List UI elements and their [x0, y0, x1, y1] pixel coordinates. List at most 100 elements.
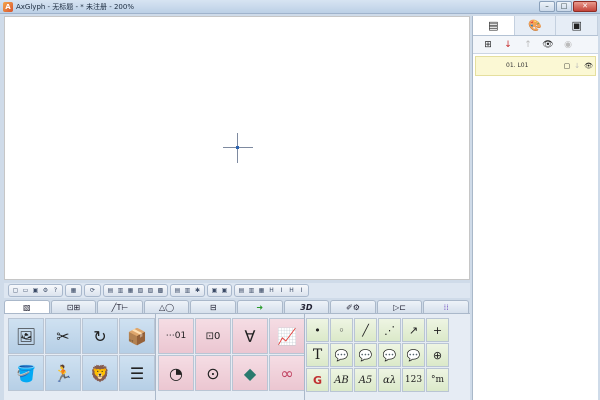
dial-tool[interactable]: ⊙	[195, 355, 231, 391]
hide-layer-button[interactable]: ◉	[559, 38, 577, 51]
g-tool[interactable]: G	[306, 368, 329, 392]
g-logo-icon: G	[312, 373, 323, 387]
align-tools: ▤ ▥ ▦ ▧ ▨ ▩	[103, 284, 168, 297]
line-tool[interactable]: ╱	[354, 318, 377, 342]
settings-icon[interactable]: ⚙	[41, 286, 50, 295]
new-icon[interactable]: ▢	[11, 286, 20, 295]
callout-icon: 💬	[334, 348, 349, 362]
align-center-icon[interactable]: ▥	[116, 286, 125, 295]
unit-icon: °m	[430, 375, 445, 385]
align-top-icon[interactable]: ▧	[136, 286, 145, 295]
callout-1-tool[interactable]: 💬	[330, 343, 353, 367]
formula-tool[interactable]: ∀	[232, 318, 268, 354]
eye-icon[interactable]: 👁	[584, 62, 593, 70]
unit-tool[interactable]: °m	[426, 368, 449, 392]
same-width-icon[interactable]: ▤	[237, 286, 246, 295]
pie-tool[interactable]: ◔	[158, 355, 194, 391]
distribute-h-icon[interactable]: ▤	[173, 286, 182, 295]
tab-3d[interactable]: 3D	[283, 300, 330, 313]
dashed-line-tool[interactable]: ⋰	[378, 318, 401, 342]
tab-charts[interactable]: ⊡⊞	[50, 300, 97, 313]
text-tool[interactable]: T	[306, 343, 329, 367]
palette-group-blue: 🖼 ✂ ↻ 📦 🪣 🏃 🦁 ☰	[8, 318, 155, 391]
dot-tool[interactable]: •	[306, 318, 329, 342]
chart-tool[interactable]: 📈	[269, 318, 305, 354]
runner-icon: 🏃	[53, 363, 73, 383]
group-icon[interactable]: ▣	[210, 286, 219, 295]
same-height-icon[interactable]: ▥	[247, 286, 256, 295]
rotate-icon[interactable]: ⟳	[87, 286, 98, 295]
lock-icon[interactable]: ▢	[564, 62, 571, 70]
tab-lines-text[interactable]: ╱T⊢	[97, 300, 143, 313]
h-space-icon[interactable]: H	[267, 286, 276, 295]
fill-tool[interactable]: 🪣	[8, 355, 44, 391]
cut-tool[interactable]: ✂	[45, 318, 81, 354]
move-down-icon: ↓	[504, 39, 512, 50]
minimize-button[interactable]: –	[539, 1, 555, 12]
binary-icon: ⊡0	[205, 330, 221, 342]
binary-tool[interactable]: ⊡0	[195, 318, 231, 354]
distribute-v-icon[interactable]: ▥	[183, 286, 192, 295]
help-icon[interactable]: ?	[51, 286, 60, 295]
close-button[interactable]: ✕	[573, 1, 597, 12]
same-size-icon[interactable]: ▦	[257, 286, 266, 295]
arrow-down-icon[interactable]: ↓	[574, 62, 580, 70]
i-space-icon[interactable]: I	[277, 286, 286, 295]
runner-tool[interactable]: 🏃	[45, 355, 81, 391]
lion-tool[interactable]: 🦁	[82, 355, 118, 391]
subscript-tool[interactable]: A5	[354, 368, 377, 392]
open-icon[interactable]: ▭	[21, 286, 30, 295]
callout-3-tool[interactable]: 💬	[378, 343, 401, 367]
category-tabs: ▧ ⊡⊞ ╱T⊢ △◯ ⊟ ➜ 3D ✐⚙ ▷⊏ ⁞⁞	[4, 300, 470, 314]
tab-blocks[interactable]: ⊟	[190, 300, 236, 313]
box-tool[interactable]: 📦	[119, 318, 155, 354]
subscript-icon: A5	[358, 374, 373, 386]
plus-tool[interactable]: ⊕	[426, 343, 449, 367]
layers-panel: ▤ 🎨 ▣ ⊞ ↓ ↑ 👁 ◉ 01. L01 ▢ ↓ 👁	[472, 16, 599, 400]
callout-4-tool[interactable]: 💬	[402, 343, 425, 367]
number-tool[interactable]: 123	[402, 368, 425, 392]
callout-icon: 💬	[358, 348, 373, 362]
tab-basic[interactable]: ▧	[4, 300, 50, 313]
tab-shapes[interactable]: △◯	[143, 300, 190, 313]
i-space-2-icon[interactable]: I	[297, 286, 306, 295]
show-layer-button[interactable]: 👁	[539, 38, 557, 51]
save-icon[interactable]: ▣	[31, 286, 40, 295]
tab-tools[interactable]: ✐⚙	[330, 300, 376, 313]
ab-text-tool[interactable]: AB	[330, 368, 353, 392]
add-layer-button[interactable]: ⊞	[479, 38, 497, 51]
greek-tool[interactable]: αλ	[378, 368, 401, 392]
rotate-tool[interactable]: ↻	[82, 318, 118, 354]
move-layer-down-button[interactable]: ↓	[499, 38, 517, 51]
cross-tool[interactable]: +	[426, 318, 449, 342]
align-right-icon[interactable]: ▦	[126, 286, 135, 295]
layers-tab[interactable]: ▤	[473, 16, 515, 35]
drawing-canvas[interactable]	[4, 16, 470, 280]
ungroup-icon[interactable]: ▣	[220, 286, 229, 295]
align-middle-icon[interactable]: ▨	[146, 286, 155, 295]
arrow-tool[interactable]: ↗	[402, 318, 425, 342]
number-line-tool[interactable]: ⋯01	[158, 318, 194, 354]
h-space-2-icon[interactable]: H	[287, 286, 296, 295]
tab-arrows[interactable]: ➜	[236, 300, 283, 313]
circle-dot-tool[interactable]: ◦	[330, 318, 353, 342]
surface-tool[interactable]: ◆	[232, 355, 268, 391]
maximize-button[interactable]: □	[556, 1, 572, 12]
tab-flow[interactable]: ▷⊏	[376, 300, 423, 313]
dial-icon: ⊙	[206, 363, 220, 383]
center-icon[interactable]: ✱	[193, 286, 202, 295]
chart-icon: 📈	[277, 326, 297, 346]
move-layer-up-button[interactable]: ↑	[519, 38, 537, 51]
align-bottom-icon[interactable]: ▩	[156, 286, 165, 295]
tree-tool[interactable]: ☰	[119, 355, 155, 391]
lion-icon: 🦁	[90, 363, 110, 383]
library-tab[interactable]: ▣	[556, 16, 599, 35]
style-tab[interactable]: 🎨	[515, 16, 557, 35]
align-left-icon[interactable]: ▤	[106, 286, 115, 295]
spiral-tool[interactable]: ∞	[269, 355, 305, 391]
grid-icon[interactable]: ▦	[68, 286, 79, 295]
layer-item[interactable]: 01. L01 ▢ ↓ 👁	[475, 56, 596, 76]
tab-more[interactable]: ⁞⁞	[423, 300, 469, 313]
image-tool[interactable]: 🖼	[8, 318, 44, 354]
callout-2-tool[interactable]: 💬	[354, 343, 377, 367]
